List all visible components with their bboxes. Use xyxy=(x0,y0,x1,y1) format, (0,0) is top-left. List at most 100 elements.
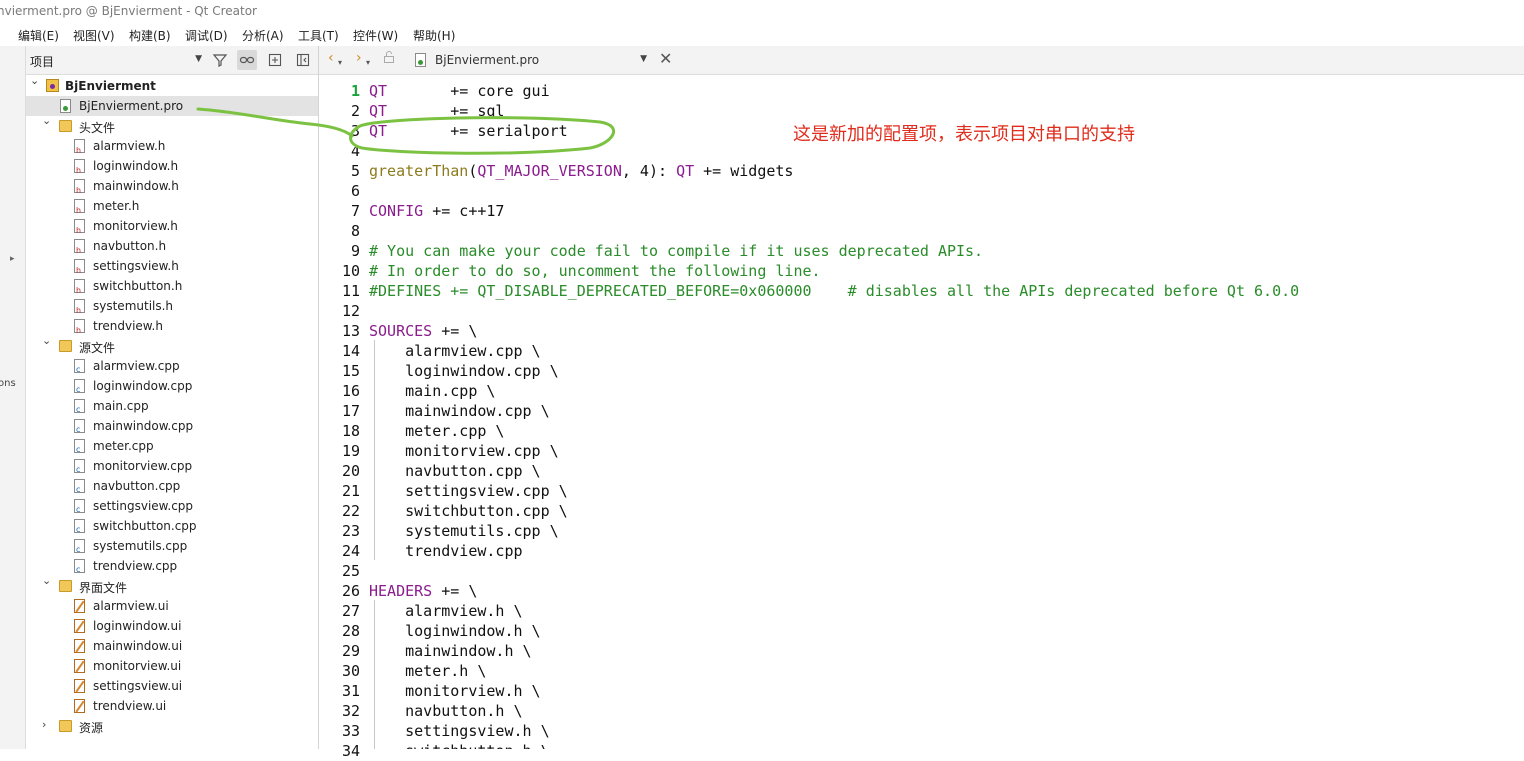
menu-item[interactable]: 分析(A) xyxy=(242,27,284,44)
menu-item[interactable]: 编辑(E) xyxy=(18,27,59,44)
chevron-down-icon[interactable]: ⌄ xyxy=(42,114,51,127)
tree-file[interactable]: monitorview.ui xyxy=(26,656,318,676)
tree-file[interactable]: trendview.cpp xyxy=(26,556,318,576)
back-dropdown-icon[interactable]: ▾ xyxy=(338,58,342,67)
code-line[interactable]: CONFIG += c++17 xyxy=(369,201,504,221)
menu-item[interactable]: 调试(D) xyxy=(185,27,228,44)
cpp-file-icon xyxy=(74,359,85,374)
chevron-down-icon[interactable]: ⌄ xyxy=(42,334,51,347)
code-line[interactable]: mainwindow.h \ xyxy=(369,641,531,661)
tree-file[interactable]: navbutton.cpp xyxy=(26,476,318,496)
code-line[interactable]: switchbutton.cpp \ xyxy=(369,501,568,521)
code-line[interactable]: # You can make your code fail to compile… xyxy=(369,241,983,261)
expand-arrow-icon[interactable]: ▸ xyxy=(10,254,15,264)
code-line[interactable]: #DEFINES += QT_DISABLE_DEPRECATED_BEFORE… xyxy=(369,281,1299,301)
code-token: alarmview.h \ xyxy=(369,602,523,620)
tree-group-cpp[interactable]: ⌄ 源文件 xyxy=(26,334,318,356)
code-editor[interactable]: QT += core gui QT += sql QT += serialport g… xyxy=(369,75,1524,749)
tree-group-h[interactable]: ⌄ 头文件 xyxy=(26,114,318,136)
tree-file[interactable]: loginwindow.cpp xyxy=(26,376,318,396)
tree-item-label: settingsview.h xyxy=(93,259,179,273)
code-line[interactable]: alarmview.cpp \ xyxy=(369,341,540,361)
tree-file[interactable]: alarmview.ui xyxy=(26,596,318,616)
cpp-file-icon xyxy=(74,479,85,494)
tree-group-res[interactable]: › 资源 xyxy=(26,716,318,736)
tree-file[interactable]: main.cpp xyxy=(26,396,318,416)
menu-item[interactable]: 帮助(H) xyxy=(413,27,455,44)
mode-label-fragment[interactable]: ons xyxy=(0,378,16,389)
tree-group-ui[interactable]: ⌄ 界面文件 xyxy=(26,574,318,596)
lock-icon[interactable] xyxy=(383,50,395,68)
tree-file[interactable]: monitorview.cpp xyxy=(26,456,318,476)
menu-item[interactable]: 工具(T) xyxy=(298,27,339,44)
menu-item[interactable]: 构建(B) xyxy=(129,27,171,44)
tree-file[interactable]: systemutils.h xyxy=(26,296,318,316)
code-line[interactable]: settingsview.h \ xyxy=(369,721,550,741)
tree-file[interactable]: switchbutton.h xyxy=(26,276,318,296)
code-line[interactable]: monitorview.h \ xyxy=(369,681,540,701)
code-line[interactable]: meter.h \ xyxy=(369,661,486,681)
code-line[interactable]: alarmview.h \ xyxy=(369,601,523,621)
tree-file[interactable]: systemutils.cpp xyxy=(26,536,318,556)
code-line[interactable]: meter.cpp \ xyxy=(369,421,504,441)
chevron-down-icon[interactable]: ⌄ xyxy=(30,74,39,87)
tree-project-root[interactable]: ⌄ BjEnvierment xyxy=(26,74,318,96)
tree-file[interactable]: loginwindow.h xyxy=(26,156,318,176)
tree-file[interactable]: meter.h xyxy=(26,196,318,216)
tree-file[interactable]: alarmview.h xyxy=(26,136,318,156)
code-line[interactable]: loginwindow.h \ xyxy=(369,621,540,641)
tree-file[interactable]: settingsview.h xyxy=(26,256,318,276)
code-line[interactable]: HEADERS += \ xyxy=(369,581,477,601)
back-arrow-icon[interactable]: ‹ xyxy=(328,50,334,66)
project-view-selector[interactable]: 项目 ▼ xyxy=(26,49,204,71)
code-line[interactable]: QT += sql xyxy=(369,101,504,121)
tree-file-pro[interactable]: BjEnvierment.pro xyxy=(26,96,318,116)
tree-file[interactable]: alarmview.cpp xyxy=(26,356,318,376)
forward-arrow-icon[interactable]: › xyxy=(356,50,362,66)
tree-file[interactable]: settingsview.ui xyxy=(26,676,318,696)
tree-file[interactable]: trendview.ui xyxy=(26,696,318,716)
code-line[interactable]: trendview.cpp xyxy=(369,541,522,561)
add-split-icon[interactable] xyxy=(265,50,285,70)
close-sidebar-icon[interactable] xyxy=(293,50,313,70)
tree-file[interactable]: switchbutton.cpp xyxy=(26,516,318,536)
tree-file[interactable]: navbutton.h xyxy=(26,236,318,256)
code-line[interactable]: systemutils.cpp \ xyxy=(369,521,559,541)
code-line[interactable]: mainwindow.cpp \ xyxy=(369,401,550,421)
tree-file[interactable]: mainwindow.ui xyxy=(26,636,318,656)
h-file-icon xyxy=(74,179,85,195)
line-number: 9 xyxy=(350,242,360,260)
project-icon xyxy=(46,79,59,92)
code-line[interactable]: main.cpp \ xyxy=(369,381,495,401)
code-line[interactable]: SOURCES += \ xyxy=(369,321,477,341)
code-token: , 4): xyxy=(621,162,677,180)
line-number-gutter: 1 2 3 4 5 6 7 8 9 10 11 12 13 14 15 16 17 18 19 20 21 22 23 24 2… xyxy=(319,75,363,760)
menu-item[interactable]: 视图(V) xyxy=(73,27,115,44)
forward-dropdown-icon[interactable]: ▾ xyxy=(366,58,370,67)
code-line[interactable]: navbutton.cpp \ xyxy=(369,461,540,481)
link-icon[interactable] xyxy=(237,50,257,70)
code-line[interactable]: # In order to do so, uncomment the follo… xyxy=(369,261,821,281)
open-documents-selector[interactable]: BjEnvierment.pro ▼ xyxy=(411,49,651,71)
tree-file[interactable]: trendview.h xyxy=(26,316,318,336)
tree-item-label: BjEnvierment.pro xyxy=(79,99,184,113)
chevron-down-icon[interactable]: ⌄ xyxy=(42,574,51,587)
code-line[interactable]: QT += core gui xyxy=(369,81,550,101)
tree-file[interactable]: meter.cpp xyxy=(26,436,318,456)
tree-file[interactable]: mainwindow.cpp xyxy=(26,416,318,436)
code-line[interactable]: settingsview.cpp \ xyxy=(369,481,568,501)
filter-icon[interactable] xyxy=(210,50,230,70)
close-icon[interactable]: ✕ xyxy=(659,49,672,68)
chevron-right-icon[interactable]: › xyxy=(42,718,46,731)
code-line[interactable]: navbutton.h \ xyxy=(369,701,522,721)
tree-file[interactable]: settingsview.cpp xyxy=(26,496,318,516)
code-line[interactable]: QT += serialport xyxy=(369,121,568,141)
code-line[interactable]: monitorview.cpp \ xyxy=(369,441,559,461)
code-line[interactable]: switchbutton.h \ xyxy=(369,741,550,749)
tree-file[interactable]: loginwindow.ui xyxy=(26,616,318,636)
tree-file[interactable]: monitorview.h xyxy=(26,216,318,236)
code-line[interactable]: loginwindow.cpp \ xyxy=(369,361,559,381)
tree-file[interactable]: mainwindow.h xyxy=(26,176,318,196)
code-line[interactable]: greaterThan(QT_MAJOR_VERSION, 4): QT += … xyxy=(369,161,793,181)
menu-item[interactable]: 控件(W) xyxy=(353,27,398,44)
